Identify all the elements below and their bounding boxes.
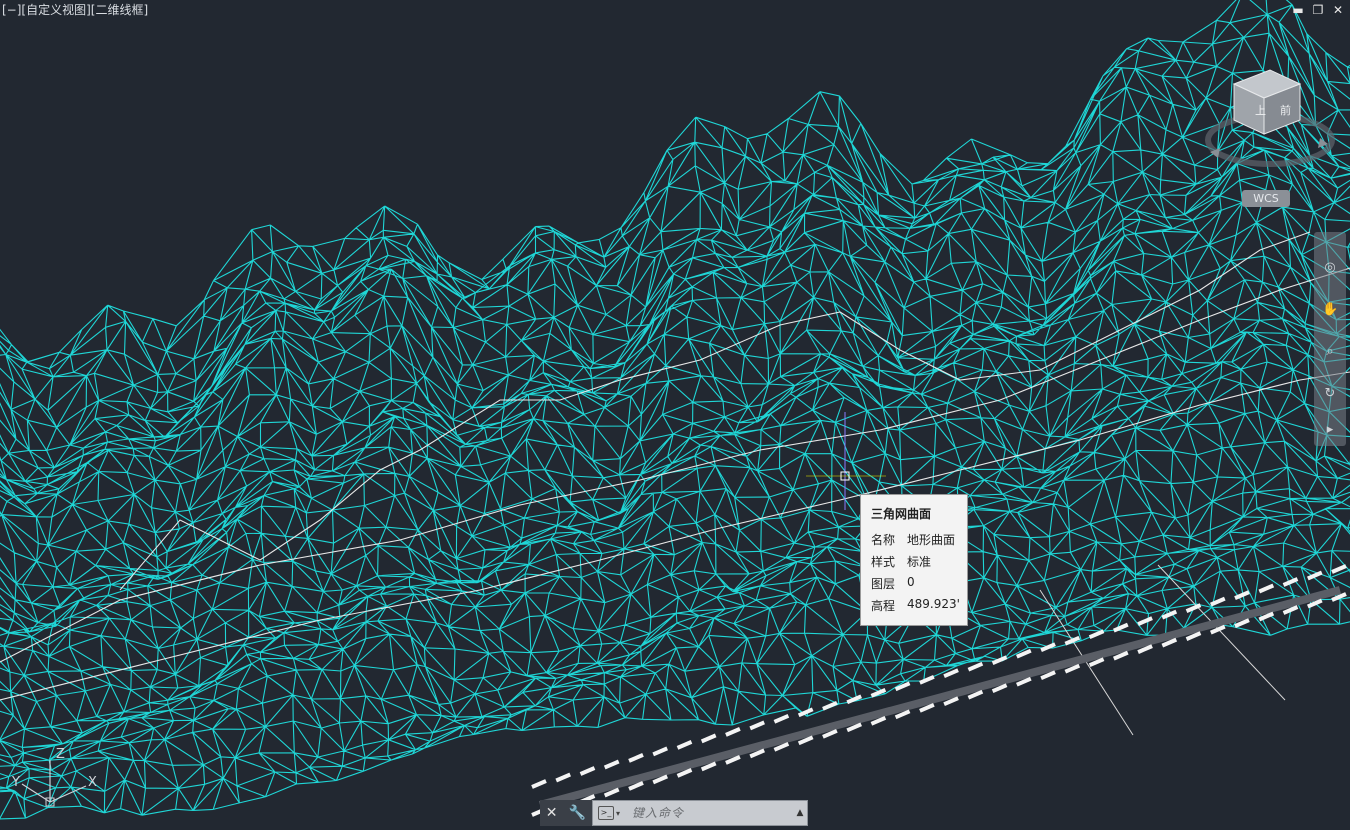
ucs-z-label: Z bbox=[56, 747, 65, 762]
chevron-down-icon[interactable]: ▾ bbox=[616, 809, 620, 818]
tooltip-row-layer: 图层 0 bbox=[871, 575, 915, 591]
pan-icon[interactable]: ✋ bbox=[1322, 302, 1338, 318]
minimize-icon[interactable]: ▬ bbox=[1292, 3, 1304, 17]
steering-wheel-icon[interactable]: ◎ bbox=[1322, 260, 1338, 276]
drawing-viewport[interactable] bbox=[0, 0, 1350, 826]
mesh-triangles bbox=[0, 0, 1350, 820]
ucs-x-axis bbox=[49, 785, 87, 803]
zoom-icon[interactable]: ⌕ bbox=[1322, 344, 1338, 360]
tooltip-row-name: 名称 地形曲面 bbox=[871, 533, 956, 547]
command-input-box[interactable]: >_ ▾ ▲ bbox=[592, 800, 808, 826]
tooltip-title: 三角网曲面 bbox=[871, 507, 932, 521]
command-line-tools: ✕ 🔧 bbox=[540, 800, 592, 826]
viewcube-face-label-right: 前 bbox=[1280, 103, 1291, 117]
command-prompt-icon[interactable]: >_ bbox=[598, 806, 614, 820]
ucs-icon: Z X Y bbox=[11, 747, 97, 807]
showmotion-icon[interactable]: ▸ bbox=[1322, 422, 1338, 438]
orbit-icon[interactable]: ↻ bbox=[1322, 386, 1338, 402]
object-tooltip: 三角网曲面 名称 地形曲面 样式 标准 图层 0 高程 489.923' bbox=[860, 494, 968, 626]
ucs-x-label: X bbox=[88, 775, 97, 790]
navigation-bar: ◎ ✋ ⌕ ↻ ▸ bbox=[1314, 232, 1346, 446]
command-line: ✕ 🔧 >_ ▾ ▲ bbox=[540, 800, 808, 826]
ucs-y-label: Y bbox=[11, 775, 20, 790]
tooltip-row-elevation: 高程 489.923' bbox=[871, 597, 960, 613]
tooltip-row-style: 样式 标准 bbox=[871, 555, 932, 569]
command-history-button[interactable]: ▲ bbox=[793, 808, 807, 818]
restore-icon[interactable]: ❐ bbox=[1312, 3, 1324, 17]
close-icon[interactable]: ✕ bbox=[1332, 3, 1344, 17]
command-input[interactable] bbox=[630, 805, 793, 821]
wcs-menu-button[interactable]: WCS bbox=[1242, 190, 1290, 207]
viewport-controls-label[interactable]: [−][自定义视图][二维线框] bbox=[2, 2, 148, 18]
viewport-window-controls: ▬ ❐ ✕ bbox=[1292, 3, 1344, 17]
command-line-close-icon[interactable]: ✕ bbox=[546, 805, 558, 821]
viewcube-face-label: 上 bbox=[1255, 104, 1266, 117]
customize-wrench-icon[interactable]: 🔧 bbox=[569, 805, 586, 821]
tin-surface-mesh[interactable] bbox=[0, 0, 1350, 826]
